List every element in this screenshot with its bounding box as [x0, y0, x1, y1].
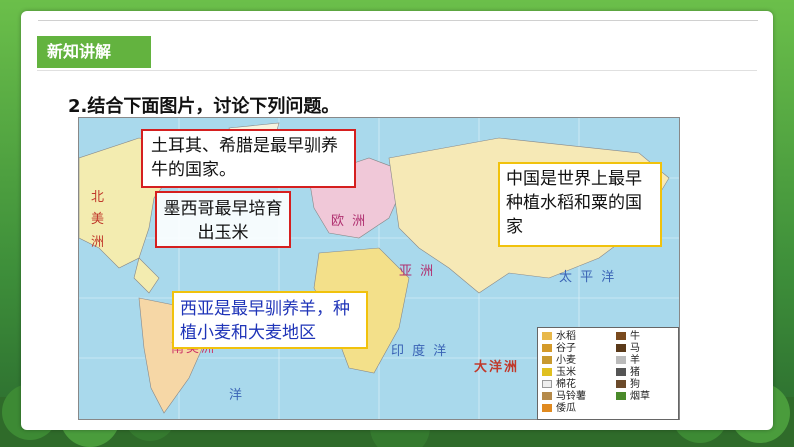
- tobacco-icon: [616, 392, 626, 400]
- millet-icon: [542, 344, 552, 352]
- label-indian-ocean: 印 度 洋: [391, 344, 449, 359]
- pig-icon: [616, 368, 626, 376]
- corn-icon: [542, 368, 552, 376]
- legend-label: 棉花: [556, 379, 576, 390]
- section-tag: 新知讲解: [37, 36, 151, 68]
- sheep-icon: [616, 356, 626, 364]
- legend-item: 羊: [616, 355, 640, 367]
- legend-label: 羊: [630, 355, 640, 366]
- legend-item: 玉米: [542, 367, 576, 379]
- legend-label: 谷子: [556, 343, 576, 354]
- label-pacific: 太 平 洋: [559, 270, 617, 285]
- legend-label: 小麦: [556, 355, 576, 366]
- section-divider: [37, 70, 757, 71]
- legend-label: 马铃薯: [556, 391, 586, 402]
- legend-label: 猪: [630, 367, 640, 378]
- label-north-america-1: 北: [91, 190, 107, 205]
- legend-label: 玉米: [556, 367, 576, 378]
- legend-item: 马铃薯: [542, 391, 586, 403]
- potato-icon: [542, 392, 552, 400]
- callout-west-asia: 西亚是最早驯养羊，种植小麦和大麦地区: [172, 291, 368, 349]
- dog-icon: [616, 380, 626, 388]
- legend-label: 烟草: [630, 391, 650, 402]
- callout-mexico: 墨西哥最早培育出玉米: [155, 191, 291, 248]
- label-europe: 欧 洲: [331, 214, 368, 229]
- map-legend: 水稻 牛 谷子 马 小麦 羊 玉米 猪 棉花 狗 马铃薯 烟草 倭瓜: [537, 327, 679, 420]
- legend-item: 棉花: [542, 379, 576, 391]
- question-title: 2.结合下面图片，讨论下列问题。: [68, 96, 340, 117]
- cotton-icon: [542, 380, 552, 388]
- legend-item: 猪: [616, 367, 640, 379]
- cattle-icon: [616, 332, 626, 340]
- legend-label: 牛: [630, 331, 640, 342]
- label-north-america-3: 洲: [91, 235, 107, 250]
- legend-label: 倭瓜: [556, 403, 576, 414]
- squash-icon: [542, 404, 552, 412]
- legend-item: 水稻: [542, 331, 576, 343]
- legend-label: 狗: [630, 379, 640, 390]
- horse-icon: [616, 344, 626, 352]
- legend-item: 烟草: [616, 391, 650, 403]
- top-divider: [38, 20, 758, 21]
- legend-item: 小麦: [542, 355, 576, 367]
- legend-label: 马: [630, 343, 640, 354]
- label-oceania: 大洋洲: [474, 360, 520, 375]
- legend-item: 牛: [616, 331, 640, 343]
- callout-china: 中国是世界上最早种植水稻和粟的国家: [498, 162, 662, 247]
- legend-item: 倭瓜: [542, 403, 576, 415]
- label-ocean-bottom: 洋: [229, 388, 245, 403]
- rice-icon: [542, 332, 552, 340]
- legend-item: 狗: [616, 379, 640, 391]
- legend-label: 水稻: [556, 331, 576, 342]
- wheat-icon: [542, 356, 552, 364]
- label-north-america-2: 美: [91, 212, 107, 227]
- legend-item: 谷子: [542, 343, 576, 355]
- legend-item: 马: [616, 343, 640, 355]
- label-asia: 亚 洲: [399, 264, 436, 279]
- callout-turkey-greece: 土耳其、希腊是最早驯养牛的国家。: [141, 129, 356, 188]
